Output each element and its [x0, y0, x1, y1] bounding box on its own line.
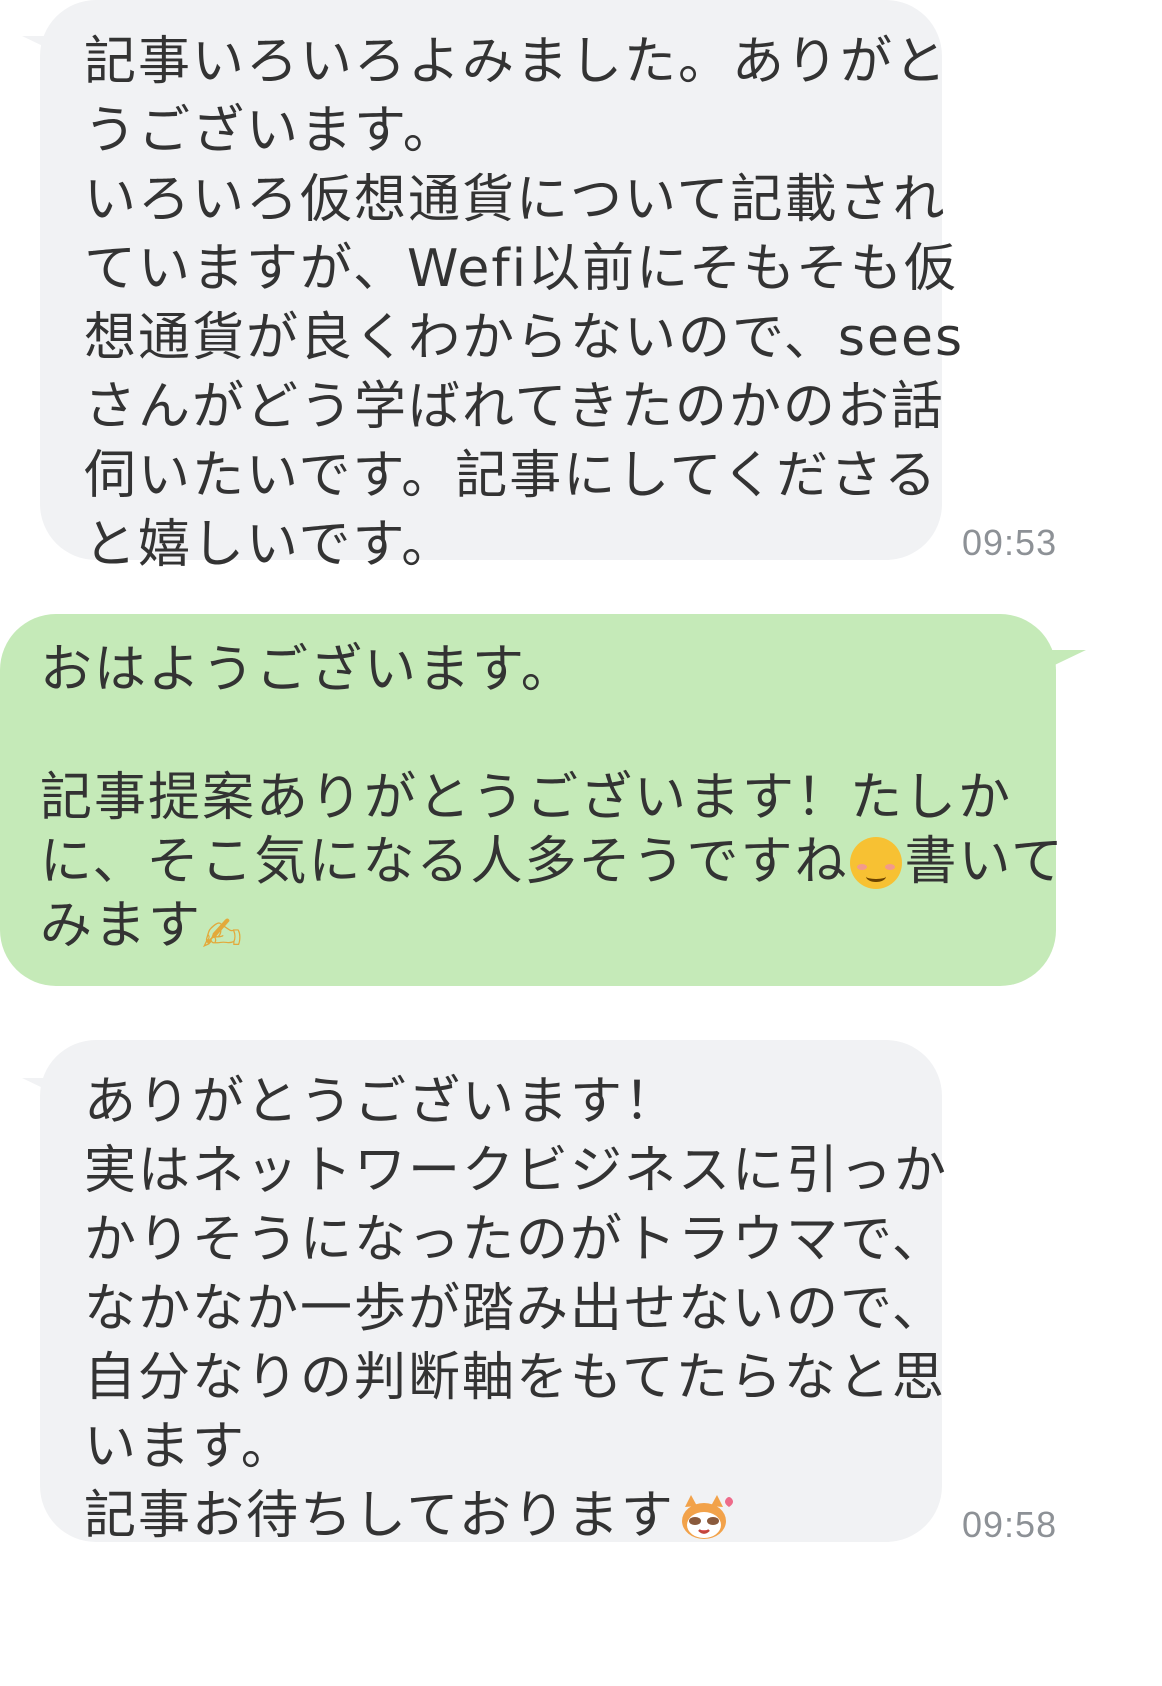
outgoing-message-bubble[interactable]: おはようございます。 記事提案ありがとうございます！たしか に、そこ気になる人多…: [0, 614, 1063, 986]
message-line: いろいろ仮想通貨について記載され: [84, 170, 947, 230]
message-text: おはようございます。 記事提案ありがとうございます！たしか に、そこ気になる人多…: [40, 638, 1065, 967]
message-timestamp: 09:58: [962, 1504, 1058, 1545]
message-line: 記事お待ちしております: [84, 1486, 675, 1546]
message-line: うございます。: [84, 101, 457, 161]
message-line: かりそうになったのがトラウマで、: [84, 1210, 946, 1270]
message-text: 記事いろいろよみました。ありがと うございます。 いろいろ仮想通貨について記載さ…: [84, 28, 964, 580]
message-line: 伺いたいです。記事にしてくださる: [84, 446, 939, 506]
message-timestamp: 09:53: [962, 522, 1058, 563]
message-line: 記事提案ありがとうございます！たしか: [40, 768, 1013, 828]
message-line: ていますが、Wefi以前にそもそも仮: [84, 239, 958, 299]
smiling-face-icon: [850, 837, 903, 889]
message-line: 実はネットワークビジネスに引っか: [84, 1141, 949, 1201]
message-line: なかなか一歩が踏み出せないので、: [84, 1279, 946, 1339]
message-line: と嬉しいです。: [84, 515, 456, 575]
message-line: 記事いろいろよみました。ありがと: [84, 32, 949, 92]
incoming-message-bubble[interactable]: 記事いろいろよみました。ありがと うございます。 いろいろ仮想通貨について記載さ…: [40, 0, 962, 575]
message-line: 書いて: [904, 832, 1065, 892]
message-line: みます: [40, 896, 203, 956]
incoming-message-bubble[interactable]: ありがとうございます！ 実はネットワークビジネスに引っか かりそうになったのがト…: [40, 1040, 946, 1546]
message-text: ありがとうございます！ 実はネットワークビジネスに引っか かりそうになったのがト…: [84, 1068, 948, 1551]
message-line: 自分なりの判断軸をもてたらなと思: [84, 1348, 946, 1408]
message-line: さんがどう学ばれてきたのかのお話: [84, 377, 945, 437]
writing-hand-icon: ✍: [202, 907, 245, 963]
raccoon-sticker-icon: [681, 1495, 733, 1539]
message-line: 想通貨が良くわからないので、sees: [84, 308, 965, 368]
message-line: おはようございます。: [40, 640, 575, 700]
message-line: ありがとうございます！: [84, 1072, 679, 1132]
message-line: に、そこ気になる人多そうですね: [40, 832, 849, 892]
message-line: います。: [84, 1417, 295, 1477]
